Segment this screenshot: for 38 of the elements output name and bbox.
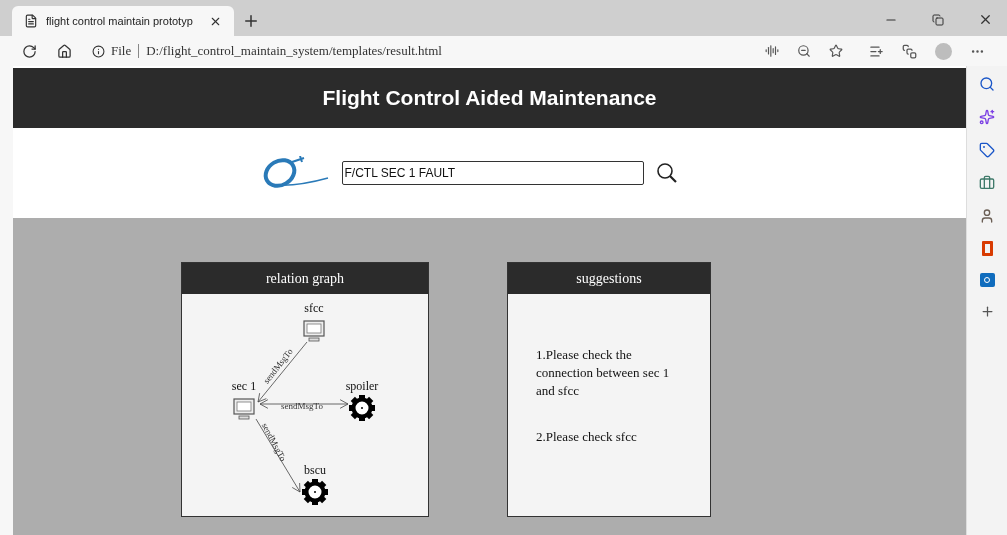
zoom-out-icon[interactable] xyxy=(797,44,811,58)
gear-icon xyxy=(349,395,375,421)
url-text[interactable]: D:/flight_control_maintain_system/templates/result.html xyxy=(146,41,442,61)
monitor-icon xyxy=(303,320,325,342)
node-label: spoiler xyxy=(345,379,379,393)
add-icon[interactable] xyxy=(979,304,995,319)
airplane-logo xyxy=(261,156,330,190)
suggestion-text: 2.Please check sfcc xyxy=(536,428,638,446)
card-title: relation graph xyxy=(265,270,345,288)
suggestion-text: 1.Please check the connection between sec 1 and sfcc xyxy=(536,346,671,400)
node-label: sec 1 xyxy=(231,379,257,393)
monitor-icon xyxy=(233,398,255,420)
read-aloud-icon[interactable] xyxy=(765,44,779,58)
person-icon[interactable] xyxy=(979,208,995,224)
favorites-list-icon[interactable] xyxy=(869,43,884,59)
search-icon[interactable] xyxy=(655,162,678,184)
reload-icon[interactable] xyxy=(22,43,37,59)
page-icon xyxy=(24,14,38,28)
sparkles-icon[interactable] xyxy=(979,109,995,125)
close-icon[interactable] xyxy=(978,12,993,27)
tag-icon[interactable] xyxy=(979,142,995,158)
briefcase-icon[interactable] xyxy=(979,175,995,191)
favorite-icon[interactable] xyxy=(829,44,843,58)
browser-tab[interactable]: flight control maintain prototyp xyxy=(12,6,234,36)
search-field[interactable]: F/CTL SEC 1 FAULT xyxy=(341,161,644,185)
address-prefix: File xyxy=(111,42,132,61)
edge-label: sendMsgTo xyxy=(281,401,323,411)
node-label: bscu xyxy=(304,463,326,477)
page-title: Flight Control Aided Maintenance xyxy=(322,85,657,112)
collections-icon[interactable] xyxy=(902,43,917,59)
new-tab-icon[interactable] xyxy=(242,12,260,30)
home-icon[interactable] xyxy=(57,43,72,59)
tab-title: flight control maintain prototyp xyxy=(46,13,194,29)
gear-icon xyxy=(302,479,328,505)
restore-icon[interactable] xyxy=(932,13,944,26)
node-label: sfcc xyxy=(304,301,324,315)
card-title: suggestions xyxy=(576,270,642,288)
info-icon[interactable] xyxy=(92,44,105,58)
